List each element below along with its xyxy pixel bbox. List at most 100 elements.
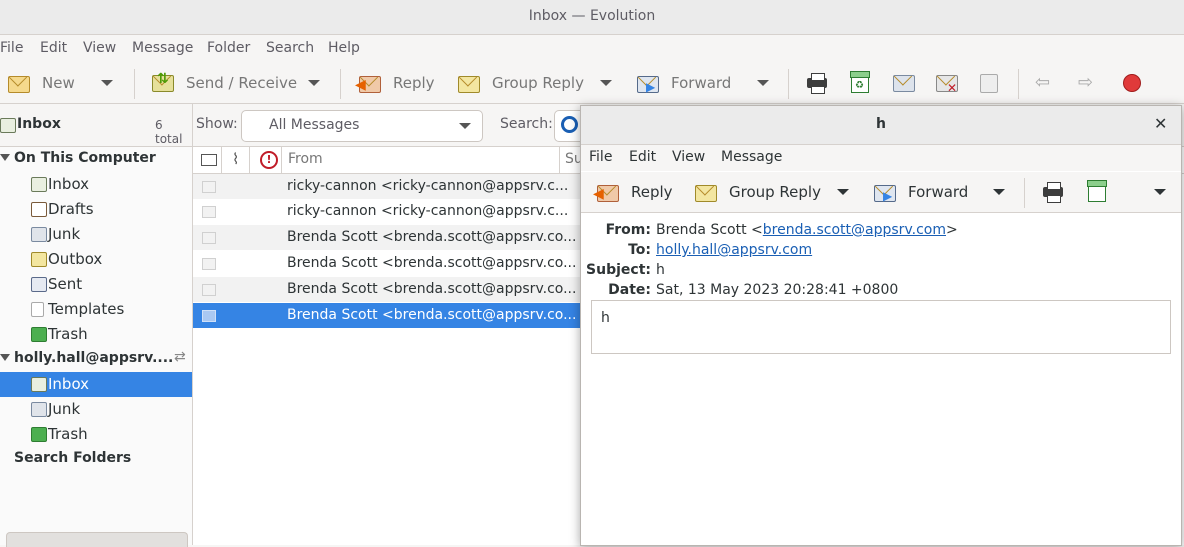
to-label: To: xyxy=(628,242,651,258)
show-filter-select[interactable]: All Messages xyxy=(241,110,483,142)
send-receive-label: Send / Receive xyxy=(186,74,298,92)
trash-icon xyxy=(31,427,47,442)
table-row[interactable]: Brenda Scott <brenda.scott@appsrv.co... xyxy=(193,251,593,276)
group-reply-label: Group Reply xyxy=(492,74,584,92)
sidebar-item-account-inbox[interactable]: Inbox xyxy=(0,372,192,397)
sidebar-item-sent[interactable]: Sent xyxy=(0,272,192,297)
to-email-link[interactable]: holly.hall@appsrv.com xyxy=(656,242,812,258)
reply-label: Reply xyxy=(393,74,435,92)
forward-icon: ▶ xyxy=(872,182,896,203)
sidebar-item-outbox[interactable]: Outbox xyxy=(0,247,192,272)
folder-sidebar: Inbox 6 total On This Computer Inbox Dra… xyxy=(0,104,193,547)
popup-menu-file[interactable]: File xyxy=(589,149,612,165)
send-receive-dropdown-icon[interactable] xyxy=(308,80,320,86)
trash-icon xyxy=(31,327,47,342)
table-row[interactable]: ricky-cannon <ricky-cannon@appsrv.c... xyxy=(193,174,593,199)
new-button[interactable]: New xyxy=(6,71,75,95)
window-titlebar: Inbox — Evolution xyxy=(0,0,1184,35)
from-email-link[interactable]: brenda.scott@appsrv.com xyxy=(763,222,946,238)
popup-print-icon[interactable] xyxy=(1042,182,1064,203)
menu-file[interactable]: File xyxy=(0,40,23,56)
sidebar-item-account-junk[interactable]: Junk xyxy=(0,397,192,422)
sidebar-item-search-folders[interactable]: Search Folders xyxy=(0,447,192,472)
group-reply-dropdown-icon[interactable] xyxy=(600,80,612,86)
close-icon[interactable]: ✕ xyxy=(1154,114,1167,133)
status-column-icon[interactable] xyxy=(201,154,217,166)
sidebar-item-templates[interactable]: Templates xyxy=(0,297,192,322)
stop-icon[interactable] xyxy=(1123,74,1141,92)
reply-button[interactable]: ◀ Reply xyxy=(355,71,435,95)
from-column-header[interactable]: From xyxy=(288,151,323,167)
menu-message[interactable]: Message xyxy=(132,40,193,56)
sidebar-header: Inbox 6 total xyxy=(0,104,192,147)
message-window: h ✕ File Edit View Message ◀ Reply Group… xyxy=(580,105,1182,546)
read-status-icon xyxy=(202,258,216,270)
sidebar-item-label: Search Folders xyxy=(14,450,132,466)
menu-view[interactable]: View xyxy=(83,40,116,56)
forward-dropdown-icon[interactable] xyxy=(757,80,769,86)
message-body[interactable]: h xyxy=(591,300,1171,354)
popup-menu-message[interactable]: Message xyxy=(721,149,782,165)
not-junk-icon[interactable]: ✕ xyxy=(935,73,958,95)
account-label: holly.hall@appsrv.... xyxy=(14,350,174,366)
sidebar-item-inbox[interactable]: Inbox xyxy=(0,172,192,197)
drafts-icon xyxy=(31,202,47,217)
popup-group-reply-dropdown-icon[interactable] xyxy=(837,189,849,195)
attachment-column-icon[interactable]: ⌇ xyxy=(232,150,239,168)
table-row[interactable]: Brenda Scott <brenda.scott@appsrv.co... xyxy=(193,225,593,250)
sidebar-total-count: 6 total xyxy=(155,118,183,146)
date-label: Date: xyxy=(608,282,651,298)
table-row[interactable]: ricky-cannon <ricky-cannon@appsrv.c... xyxy=(193,199,593,224)
inbox-icon xyxy=(31,377,47,392)
flag-column-icon[interactable]: ! xyxy=(260,151,278,169)
templates-icon xyxy=(31,302,44,317)
junk-icon[interactable] xyxy=(892,73,915,93)
cancel-icon[interactable] xyxy=(978,73,1000,93)
table-row[interactable]: Brenda Scott <brenda.scott@appsrv.co... xyxy=(193,277,593,302)
print-icon[interactable] xyxy=(806,73,828,94)
subject-value: h xyxy=(656,262,665,278)
popup-forward-label: Forward xyxy=(908,183,969,201)
forward-nav-icon[interactable]: ⇨ xyxy=(1078,72,1093,93)
popup-group-reply-button[interactable]: Group Reply xyxy=(693,180,821,204)
message-window-menubar: File Edit View Message xyxy=(581,145,1181,171)
sidebar-item-label: Drafts xyxy=(48,200,94,218)
send-receive-button[interactable]: ⇅ Send / Receive xyxy=(150,71,297,95)
to-value: holly.hall@appsrv.com xyxy=(656,242,812,258)
popup-forward-dropdown-icon[interactable] xyxy=(993,189,1005,195)
sidebar-item-trash[interactable]: Trash xyxy=(0,322,192,347)
table-row-selected[interactable]: Brenda Scott <brenda.scott@appsrv.co... xyxy=(193,303,593,328)
popup-reply-button[interactable]: ◀ Reply xyxy=(593,180,673,204)
message-window-titlebar: h ✕ xyxy=(581,106,1181,145)
menu-search[interactable]: Search xyxy=(266,40,314,56)
popup-menu-edit[interactable]: Edit xyxy=(629,149,656,165)
junk-icon xyxy=(31,402,47,417)
menu-folder[interactable]: Folder xyxy=(207,40,250,56)
popup-menu-view[interactable]: View xyxy=(672,149,705,165)
sidebar-item-junk[interactable]: Junk xyxy=(0,222,192,247)
group-reply-button[interactable]: Group Reply xyxy=(456,71,584,95)
folder-group-on-this-computer[interactable]: On This Computer xyxy=(0,147,192,172)
new-dropdown-icon[interactable] xyxy=(101,80,113,86)
menu-help[interactable]: Help xyxy=(328,40,360,56)
sidebar-item-account-trash[interactable]: Trash xyxy=(0,422,192,447)
archive-icon[interactable]: ♻ xyxy=(850,71,870,93)
popup-overflow-dropdown-icon[interactable] xyxy=(1154,189,1166,195)
date-value: Sat, 13 May 2023 20:28:41 +0800 xyxy=(656,282,899,298)
menu-edit[interactable]: Edit xyxy=(40,40,67,56)
account-holly-hall[interactable]: holly.hall@appsrv.... ⇄ xyxy=(0,347,192,372)
popup-group-reply-label: Group Reply xyxy=(729,183,821,201)
toolbar-separator xyxy=(134,69,135,99)
toolbar-separator xyxy=(1018,69,1019,99)
forward-button[interactable]: ▶ Forward xyxy=(635,71,731,95)
back-icon[interactable]: ⇦ xyxy=(1035,72,1050,93)
sidebar-item-label: Outbox xyxy=(48,250,103,268)
sidebar-item-drafts[interactable]: Drafts xyxy=(0,197,192,222)
popup-forward-button[interactable]: ▶ Forward xyxy=(872,180,968,204)
message-from: ricky-cannon <ricky-cannon@appsrv.c... xyxy=(287,178,569,194)
read-status-icon xyxy=(202,206,216,218)
message-window-title: h xyxy=(876,116,886,132)
column-divider xyxy=(221,147,222,173)
group-reply-icon xyxy=(693,182,717,202)
popup-archive-icon[interactable] xyxy=(1087,180,1107,202)
